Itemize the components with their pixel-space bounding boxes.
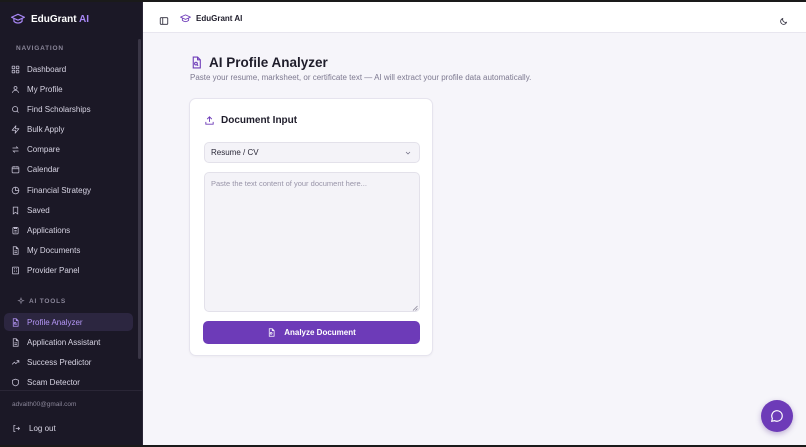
sidebar-item-compare[interactable]: Compare [4, 140, 133, 158]
search-icon [12, 105, 19, 113]
file-scan-icon [12, 317, 19, 327]
topbar-title: EduGrant AI [196, 13, 243, 23]
sidebar: EduGrant AI NAVIGATION Dashboard My Prof… [0, 2, 143, 445]
document-type-select[interactable]: Resume / CV [204, 142, 420, 163]
document-text-input[interactable] [204, 172, 420, 312]
sidebar-item-label: Calendar [27, 164, 60, 174]
sidebar-item-label: My Documents [27, 245, 81, 255]
sidebar-item-label: Scam Detector [27, 377, 80, 387]
sidebar-item-label: Provider Panel [27, 265, 80, 275]
sidebar-item-label: Application Assistant [27, 337, 101, 347]
sidebar-item-label: Success Predictor [27, 357, 92, 367]
compare-arrows-icon [12, 145, 19, 153]
sidebar-item-my-documents[interactable]: My Documents [4, 241, 133, 259]
sidebar-scrollbar[interactable] [138, 39, 141, 359]
panel-left-icon [159, 17, 169, 25]
logout-label: Log out [29, 423, 56, 433]
bookmark-icon [12, 206, 19, 215]
resize-grip-icon[interactable] [412, 305, 418, 311]
sidebar-item-label: Saved [27, 205, 50, 215]
file-text-icon [12, 337, 19, 347]
chat-assistant-button[interactable] [761, 400, 793, 432]
zap-icon [11, 124, 20, 134]
graduation-cap-icon [180, 13, 191, 22]
pie-chart-icon [11, 186, 20, 194]
grid-icon [11, 65, 20, 73]
logout-icon [13, 424, 21, 432]
card-title-text: Document Input [221, 114, 298, 126]
graduation-cap-icon [11, 13, 25, 25]
document-input-card: Document Input Resume / CV Analyze Docum… [189, 98, 433, 356]
calendar-icon [11, 165, 20, 173]
brand-name: EduGrant AI [31, 13, 89, 25]
document-type-value: Resume / CV [211, 148, 259, 157]
sidebar-item-scam-detector[interactable]: Scam Detector [4, 373, 133, 391]
file-scan-icon [269, 328, 275, 337]
upload-icon [205, 115, 214, 125]
sidebar-item-label: Financial Strategy [27, 185, 92, 195]
sidebar-item-my-profile[interactable]: My Profile [4, 80, 133, 98]
chevron-down-icon [405, 151, 411, 154]
analyze-document-button[interactable]: Analyze Document [203, 321, 420, 344]
sidebar-item-label: Profile Analyzer [27, 317, 83, 327]
card-title: Document Input [204, 113, 297, 127]
sidebar-item-label: Dashboard [27, 64, 67, 74]
sparkles-icon [17, 297, 25, 305]
shield-icon [12, 378, 19, 386]
sidebar-item-label: Applications [27, 225, 71, 235]
sidebar-item-label: My Profile [27, 84, 63, 94]
sidebar-item-label: Compare [27, 144, 60, 154]
topbar-brand: EduGrant AI [180, 12, 242, 24]
sidebar-item-application-assistant[interactable]: Application Assistant [4, 333, 133, 351]
file-scan-icon [192, 56, 201, 68]
navigation-section-label: NAVIGATION [16, 45, 64, 52]
sidebar-item-applications[interactable]: Applications [4, 221, 133, 239]
user-email: advaith00@gmail.com [12, 401, 77, 408]
sidebar-item-label: Find Scholarships [27, 104, 91, 114]
top-bar: EduGrant AI [143, 2, 806, 33]
page-title-text: AI Profile Analyzer [209, 54, 328, 70]
trending-up-icon [11, 359, 20, 365]
sidebar-item-provider-panel[interactable]: Provider Panel [4, 261, 133, 279]
app-frame: EduGrant AI NAVIGATION Dashboard My Prof… [0, 2, 806, 445]
clipboard-icon [12, 226, 19, 234]
page-title: AI Profile Analyzer [190, 53, 328, 71]
sidebar-toggle-button[interactable] [159, 13, 169, 31]
ai-tools-section-label: AI TOOLS [17, 297, 66, 305]
sidebar-item-success-predictor[interactable]: Success Predictor [4, 353, 133, 371]
sidebar-item-dashboard[interactable]: Dashboard [4, 60, 133, 78]
sidebar-divider [0, 390, 142, 391]
sidebar-item-calendar[interactable]: Calendar [4, 160, 133, 178]
page-subtitle: Paste your resume, marksheet, or certifi… [190, 73, 532, 82]
brand-logo[interactable]: EduGrant AI [11, 11, 89, 27]
message-circle-icon [771, 410, 783, 422]
analyze-button-label: Analyze Document [284, 328, 356, 337]
sidebar-item-profile-analyzer[interactable]: Profile Analyzer [4, 313, 133, 331]
building-icon [12, 266, 19, 274]
moon-icon [780, 17, 788, 25]
sidebar-item-saved[interactable]: Saved [4, 201, 133, 219]
sidebar-item-bulk-apply[interactable]: Bulk Apply [4, 120, 133, 138]
theme-toggle-button[interactable] [779, 13, 788, 31]
sidebar-item-label: Bulk Apply [27, 124, 65, 134]
user-icon [12, 85, 19, 93]
file-text-icon [12, 245, 19, 255]
sidebar-item-financial-strategy[interactable]: Financial Strategy [4, 181, 133, 199]
sidebar-item-find-scholarships[interactable]: Find Scholarships [4, 100, 133, 118]
logout-button[interactable]: Log out [12, 421, 56, 435]
